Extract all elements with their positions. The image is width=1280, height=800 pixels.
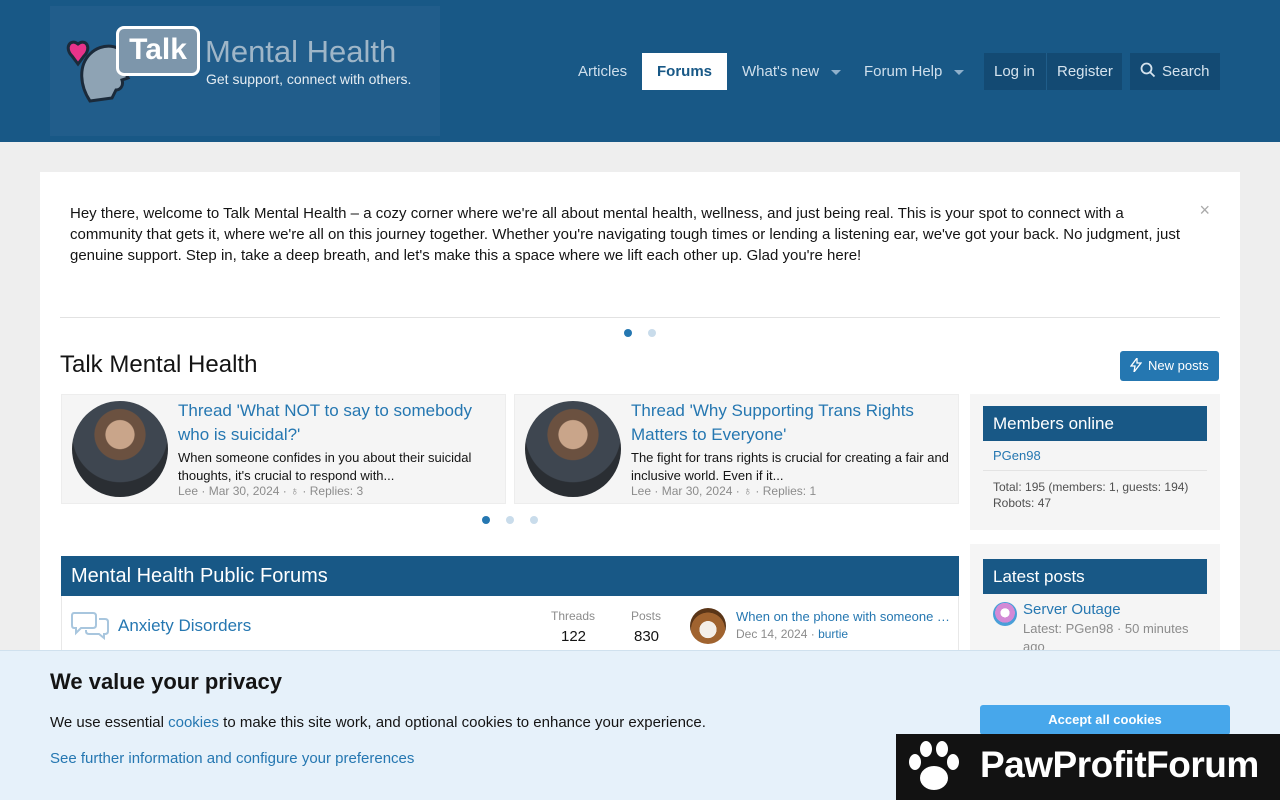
members-online-block: Members online PGen98 Total: 195 (member… [970, 394, 1220, 530]
new-posts-button[interactable]: New posts [1120, 351, 1219, 381]
nav-forums[interactable]: Forums [642, 53, 728, 90]
forum-row[interactable]: Anxiety Disorders Threads 122 Posts 830 … [61, 596, 959, 658]
featured-thread-meta: Lee · Mar 30, 2024 · ♁ · Replies: 1 [631, 484, 817, 498]
nav-whats-new-label: What's new [742, 63, 820, 80]
featured-thread-meta: Lee · Mar 30, 2024 · ♁ · Replies: 3 [178, 484, 364, 498]
post-date: Mar 30, 2024 [661, 484, 733, 498]
user-avatar[interactable] [993, 602, 1017, 626]
featured-thread-snippet: The fight for trans rights is crucial fo… [631, 450, 949, 483]
featured-thread-card[interactable]: Thread 'What NOT to say to somebody who … [61, 394, 506, 504]
author-avatar[interactable] [72, 401, 168, 497]
online-member-link[interactable]: PGen98 [993, 448, 1041, 463]
chevron-down-icon[interactable] [831, 69, 842, 75]
last-post-user[interactable]: burtie [818, 627, 848, 641]
welcome-notice: Hey there, welcome to Talk Mental Health… [60, 192, 1220, 318]
cookie-title: We value your privacy [50, 669, 282, 694]
cookies-link[interactable]: cookies [168, 714, 219, 731]
last-post-meta: Dec 14, 2024 · burtie [736, 627, 849, 641]
online-robots: Robots: 47 [993, 496, 1052, 510]
threads-label: Threads [551, 609, 596, 623]
ribbon-icon: ♁ [290, 484, 300, 498]
site-header: Talk Mental Health Get support, connect … [0, 0, 1280, 142]
pager-dot[interactable] [506, 516, 514, 524]
posts-count: 830 [634, 628, 660, 645]
last-poster-avatar[interactable] [690, 608, 726, 644]
close-icon[interactable]: × [1199, 200, 1210, 221]
logo-tagline: Get support, connect with others. [206, 71, 412, 87]
notice-text: Hey there, welcome to Talk Mental Health… [70, 205, 1181, 264]
cookie-message: We use essential cookies to make this si… [50, 714, 706, 731]
post-date: Mar 30, 2024 [208, 484, 280, 498]
last-post-title[interactable]: When on the phone with someone yo... [736, 609, 951, 624]
nav-whats-new[interactable]: What's new [742, 53, 842, 90]
latest-posts-title: Latest posts [983, 559, 1207, 594]
site-logo[interactable]: Talk Mental Health Get support, connect … [50, 6, 440, 136]
featured-pager [482, 516, 538, 524]
register-button[interactable]: Register [1046, 53, 1122, 90]
search-label: Search [1162, 63, 1210, 80]
divider [983, 470, 1207, 471]
paw-icon [909, 741, 959, 790]
cookie-preferences-link[interactable]: See further information and configure yo… [50, 750, 414, 767]
members-online-title: Members online [983, 406, 1207, 441]
latest-post-meta: Latest: PGen98 · 50 minutes [1023, 621, 1189, 636]
bolt-icon [1129, 356, 1143, 373]
reply-count: Replies: 3 [309, 484, 364, 498]
cookie-msg-before: We use essential [50, 714, 169, 731]
latest-posts-block: Latest posts Server Outage Latest: PGen9… [970, 544, 1220, 664]
pager-dot[interactable] [530, 516, 538, 524]
forum-name[interactable]: Anxiety Disorders [118, 616, 251, 636]
threads-count: 122 [561, 628, 587, 645]
pager-dot[interactable] [482, 516, 490, 524]
watermark-text: PawProfitForum [980, 744, 1259, 785]
featured-thread-title[interactable]: Thread 'What NOT to say to somebody who … [178, 399, 498, 447]
chevron-down-icon[interactable] [954, 69, 965, 75]
online-total: Total: 195 (members: 1, guests: 194) [993, 480, 1189, 494]
search-button[interactable]: Search [1130, 53, 1220, 90]
watermark-badge: PawProfitForum [896, 734, 1280, 800]
nav-forum-help[interactable]: Forum Help [864, 53, 965, 90]
accept-all-cookies-button[interactable]: Accept all cookies [980, 705, 1230, 735]
nav-articles[interactable]: Articles [578, 53, 627, 90]
featured-thread-title[interactable]: Thread 'Why Supporting Trans Rights Matt… [631, 399, 951, 447]
logo-bubble: Talk [116, 26, 200, 76]
posts-label: Posts [631, 609, 662, 623]
ribbon-icon: ♁ [743, 484, 753, 498]
cookie-msg-after: to make this site work, and optional coo… [218, 714, 706, 731]
new-posts-label: New posts [1148, 358, 1209, 373]
nav-forum-help-label: Forum Help [864, 63, 943, 80]
author-name[interactable]: Lee [178, 484, 198, 498]
featured-thread-snippet: When someone confides in you about their… [178, 450, 472, 483]
logo-name: Mental Health [205, 34, 397, 69]
chat-bubbles-icon [71, 612, 109, 640]
login-button[interactable]: Log in [984, 53, 1046, 90]
author-name[interactable]: Lee [631, 484, 651, 498]
notice-pager [624, 329, 656, 337]
forum-section-title[interactable]: Mental Health Public Forums [61, 556, 959, 596]
pager-dot[interactable] [624, 329, 632, 337]
search-icon [1140, 62, 1156, 78]
reply-count: Replies: 1 [762, 484, 817, 498]
last-post-date: Dec 14, 2024 [736, 627, 808, 641]
author-avatar[interactable] [525, 401, 621, 497]
featured-thread-card[interactable]: Thread 'Why Supporting Trans Rights Matt… [514, 394, 959, 504]
page-title: Talk Mental Health [60, 351, 258, 378]
pager-dot[interactable] [648, 329, 656, 337]
latest-post-title[interactable]: Server Outage [1023, 601, 1121, 618]
